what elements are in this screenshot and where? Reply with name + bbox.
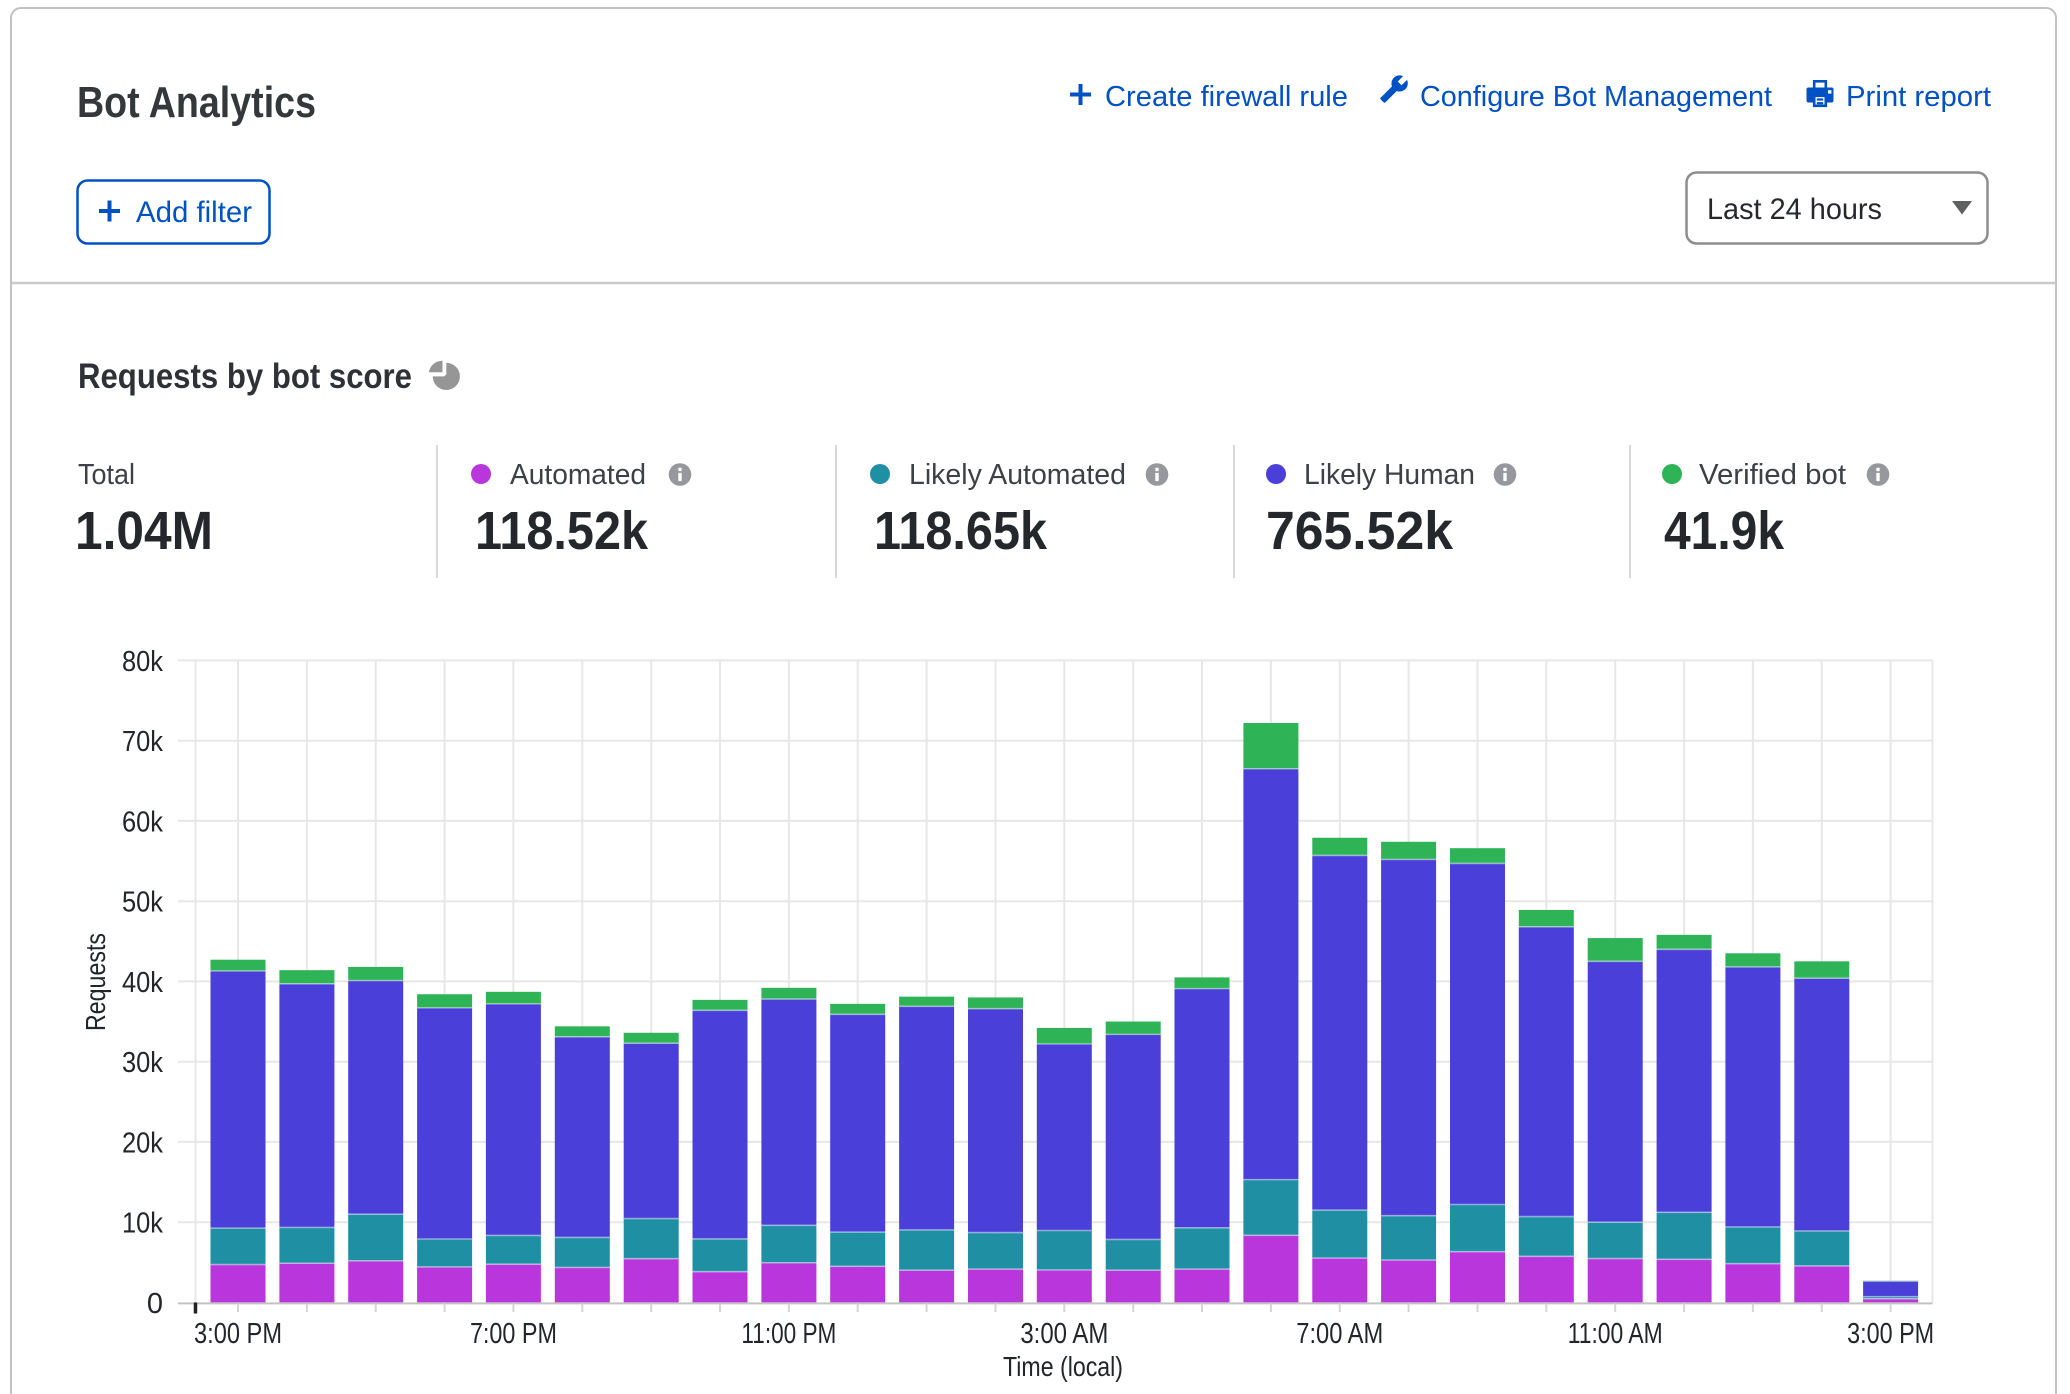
svg-text:20k: 20k [122,1127,163,1159]
svg-text:7:00 AM: 7:00 AM [1296,1318,1383,1350]
svg-text:Last 24 hours: Last 24 hours [1707,193,1882,226]
svg-text:Likely Human: Likely Human [1304,459,1475,491]
svg-text:3:00 PM: 3:00 PM [1847,1318,1934,1350]
svg-text:3:00 AM: 3:00 AM [1020,1318,1108,1350]
svg-text:Bot Analytics: Bot Analytics [77,78,316,127]
svg-text:Verified bot: Verified bot [1699,459,1846,491]
svg-text:Add filter: Add filter [136,196,252,229]
svg-text:Create firewall rule: Create firewall rule [1105,81,1348,113]
svg-text:Likely Automated: Likely Automated [909,459,1126,491]
svg-text:40k: 40k [122,967,163,999]
svg-text:Requests by bot score: Requests by bot score [78,357,412,396]
svg-text:Total: Total [78,459,135,491]
svg-text:Print report: Print report [1846,81,1991,113]
svg-text:Configure Bot Management: Configure Bot Management [1420,81,1772,113]
svg-text:1.04M: 1.04M [75,501,213,561]
svg-text:Time (local): Time (local) [1003,1351,1123,1382]
svg-text:80k: 80k [122,646,163,678]
svg-text:0: 0 [147,1288,163,1320]
svg-text:118.52k: 118.52k [475,501,649,561]
svg-text:Automated: Automated [510,459,646,491]
svg-text:3:00 PM: 3:00 PM [194,1318,282,1350]
svg-text:765.52k: 765.52k [1266,501,1454,561]
svg-text:70k: 70k [122,726,163,758]
svg-text:30k: 30k [122,1047,163,1079]
svg-text:118.65k: 118.65k [874,501,1048,561]
svg-text:50k: 50k [122,887,163,919]
svg-text:60k: 60k [122,806,163,838]
svg-text:Requests: Requests [80,933,111,1031]
svg-text:10k: 10k [122,1208,163,1240]
svg-text:11:00 AM: 11:00 AM [1568,1318,1663,1350]
svg-text:7:00 PM: 7:00 PM [470,1318,557,1350]
svg-text:41.9k: 41.9k [1664,501,1785,561]
svg-text:11:00 PM: 11:00 PM [741,1318,836,1350]
